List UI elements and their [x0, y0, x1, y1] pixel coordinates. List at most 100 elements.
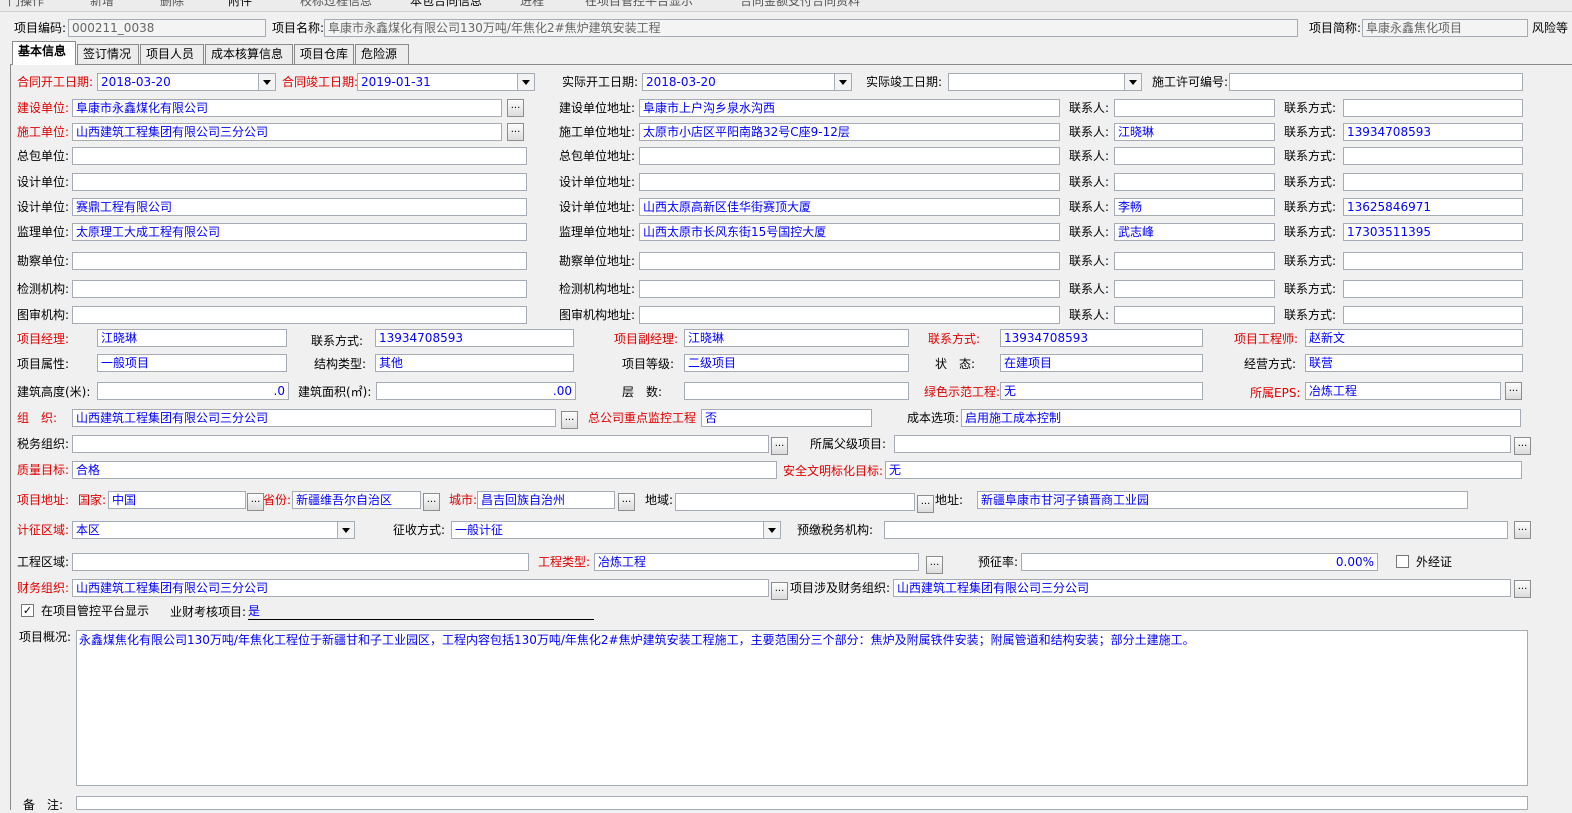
- unit-phone-field[interactable]: [1343, 306, 1523, 324]
- unit-name-field[interactable]: 阜康市永鑫煤化有限公司: [72, 99, 502, 117]
- tax-area-field[interactable]: 本区: [72, 521, 355, 539]
- parent-field[interactable]: [894, 435, 1511, 453]
- unit-phone-field[interactable]: [1343, 99, 1523, 117]
- province-browse-button[interactable]: ...: [423, 493, 440, 511]
- project-code-field[interactable]: 000211_0038: [68, 19, 266, 37]
- unit-address-field[interactable]: 太原市小店区平阳南路32号C座9-12层: [639, 123, 1060, 141]
- related-finance-browse-button[interactable]: ...: [1514, 580, 1531, 598]
- prepay-field[interactable]: [884, 521, 1508, 539]
- unit-name-field[interactable]: [72, 147, 527, 165]
- unit-name-field[interactable]: [72, 252, 527, 270]
- chevron-down-icon[interactable]: [834, 74, 851, 90]
- rate-field[interactable]: 0.00%: [1021, 553, 1378, 571]
- tab-personnel[interactable]: 项目人员: [140, 44, 204, 64]
- unit-address-field[interactable]: [639, 280, 1060, 298]
- prepay-browse-button[interactable]: ...: [1514, 521, 1531, 539]
- unit-address-field[interactable]: [639, 173, 1060, 191]
- status-field[interactable]: 在建项目: [1000, 354, 1203, 372]
- unit-name-field[interactable]: 赛鼎工程有限公司: [72, 198, 527, 216]
- project-type-browse-button[interactable]: ...: [926, 556, 943, 574]
- eps-browse-button[interactable]: ...: [1505, 382, 1522, 400]
- toolbar-contract-payment[interactable]: 合同金额支付合同资料: [740, 0, 860, 8]
- unit-address-field[interactable]: 山西太原市长风东街15号国控大厦: [639, 223, 1060, 241]
- dpm-field[interactable]: 江晓琳: [684, 329, 909, 347]
- cost-option-field[interactable]: 启用施工成本控制: [961, 409, 1521, 427]
- unit-browse-button[interactable]: ...: [507, 123, 524, 141]
- actual-end-field[interactable]: [948, 73, 1142, 91]
- unit-name-field[interactable]: [72, 173, 527, 191]
- unit-phone-field[interactable]: [1343, 173, 1523, 191]
- tab-warehouse[interactable]: 项目仓库: [294, 44, 354, 64]
- province-field[interactable]: 新疆维吾尔自治区: [292, 491, 421, 509]
- country-browse-button[interactable]: ...: [247, 493, 264, 511]
- unit-name-field[interactable]: 太原理工大成工程有限公司: [72, 223, 527, 241]
- finance-org-browse-button[interactable]: ...: [771, 582, 788, 600]
- street-address-field[interactable]: 新疆阜康市甘河子镇晋商工业园: [977, 491, 1468, 509]
- safety-field[interactable]: 无: [885, 461, 1522, 479]
- platform-display-checkbox[interactable]: ✓: [21, 604, 34, 617]
- project-short-field[interactable]: 阜康永鑫焦化项目: [1362, 19, 1528, 37]
- remark-textarea[interactable]: [76, 796, 1528, 810]
- toolbar-platform-display[interactable]: 在项目管控平台显示: [585, 0, 693, 8]
- unit-address-field[interactable]: [639, 147, 1060, 165]
- org-browse-button[interactable]: ...: [561, 411, 578, 429]
- dpm-phone-field[interactable]: 13934708593: [1000, 329, 1203, 347]
- height-field[interactable]: .0: [97, 382, 289, 400]
- unit-phone-field[interactable]: 17303511395: [1343, 223, 1523, 241]
- unit-contact-field[interactable]: [1114, 173, 1275, 191]
- eps-field[interactable]: 冶炼工程: [1305, 382, 1501, 400]
- project-type-field[interactable]: 冶炼工程: [594, 553, 919, 571]
- tab-basic-info[interactable]: 基本信息: [12, 41, 76, 65]
- chevron-down-icon[interactable]: [337, 522, 354, 538]
- unit-name-field[interactable]: [72, 306, 527, 324]
- unit-name-field[interactable]: [72, 280, 527, 298]
- green-field[interactable]: 无: [1000, 382, 1203, 400]
- unit-contact-field[interactable]: [1114, 252, 1275, 270]
- chevron-down-icon[interactable]: [1124, 74, 1141, 90]
- country-field[interactable]: 中国: [108, 491, 246, 509]
- toolbar-operate[interactable]: 门操作: [8, 0, 44, 8]
- tax-org-browse-button[interactable]: ...: [771, 437, 788, 455]
- chevron-down-icon[interactable]: [517, 74, 534, 90]
- region-field[interactable]: [675, 493, 915, 511]
- toolbar-bid-process[interactable]: 校标过程信息: [300, 0, 372, 8]
- key-project-field[interactable]: 否: [701, 409, 872, 427]
- project-area-field[interactable]: [72, 553, 529, 571]
- toolbar-contract-info[interactable]: 本包合同信息: [410, 0, 482, 8]
- contract-end-field[interactable]: 2019-01-31: [357, 73, 535, 91]
- unit-contact-field[interactable]: [1114, 280, 1275, 298]
- assess-field[interactable]: 是: [248, 603, 594, 620]
- actual-start-field[interactable]: 2018-03-20: [642, 73, 852, 91]
- related-finance-field[interactable]: 山西建筑工程集团有限公司三分公司: [893, 579, 1511, 597]
- chevron-down-icon[interactable]: [763, 522, 780, 538]
- parent-browse-button[interactable]: ...: [1514, 437, 1531, 455]
- unit-name-field[interactable]: 山西建筑工程集团有限公司三分公司: [72, 123, 502, 141]
- toolbar-add[interactable]: 新增: [90, 0, 114, 8]
- pm-field[interactable]: 江晓琳: [97, 329, 287, 347]
- city-browse-button[interactable]: ...: [618, 493, 635, 511]
- unit-contact-field[interactable]: [1114, 147, 1275, 165]
- project-name-field[interactable]: 阜康市永鑫煤化有限公司130万吨/年焦化2#焦炉建筑安装工程: [324, 19, 1298, 37]
- unit-browse-button[interactable]: ...: [507, 99, 524, 117]
- quality-field[interactable]: 合格: [72, 461, 777, 479]
- unit-address-field[interactable]: [639, 252, 1060, 270]
- unit-contact-field[interactable]: 江晓琳: [1114, 123, 1275, 141]
- permit-field[interactable]: [1229, 73, 1523, 91]
- region-browse-button[interactable]: ...: [917, 495, 934, 513]
- level-field[interactable]: 二级项目: [684, 354, 909, 372]
- mode-field[interactable]: 联营: [1305, 354, 1523, 372]
- toolbar-delete[interactable]: 删除: [160, 0, 184, 8]
- engineer-field[interactable]: 赵新文: [1305, 329, 1523, 347]
- toolbar-progress[interactable]: 进程: [520, 0, 544, 8]
- unit-phone-field[interactable]: 13625846971: [1343, 198, 1523, 216]
- unit-address-field[interactable]: [639, 306, 1060, 324]
- floors-field[interactable]: [684, 382, 909, 400]
- tab-hazard[interactable]: 危险源: [355, 44, 409, 64]
- toolbar-attachment[interactable]: 附件: [228, 0, 252, 8]
- org-field[interactable]: 山西建筑工程集团有限公司三分公司: [72, 409, 556, 427]
- city-field[interactable]: 昌吉回族自治州: [477, 491, 615, 509]
- unit-phone-field[interactable]: [1343, 252, 1523, 270]
- tab-signing[interactable]: 签订情况: [77, 44, 139, 64]
- outside-cert-checkbox[interactable]: [1396, 555, 1409, 568]
- contract-start-field[interactable]: 2018-03-20: [97, 73, 276, 91]
